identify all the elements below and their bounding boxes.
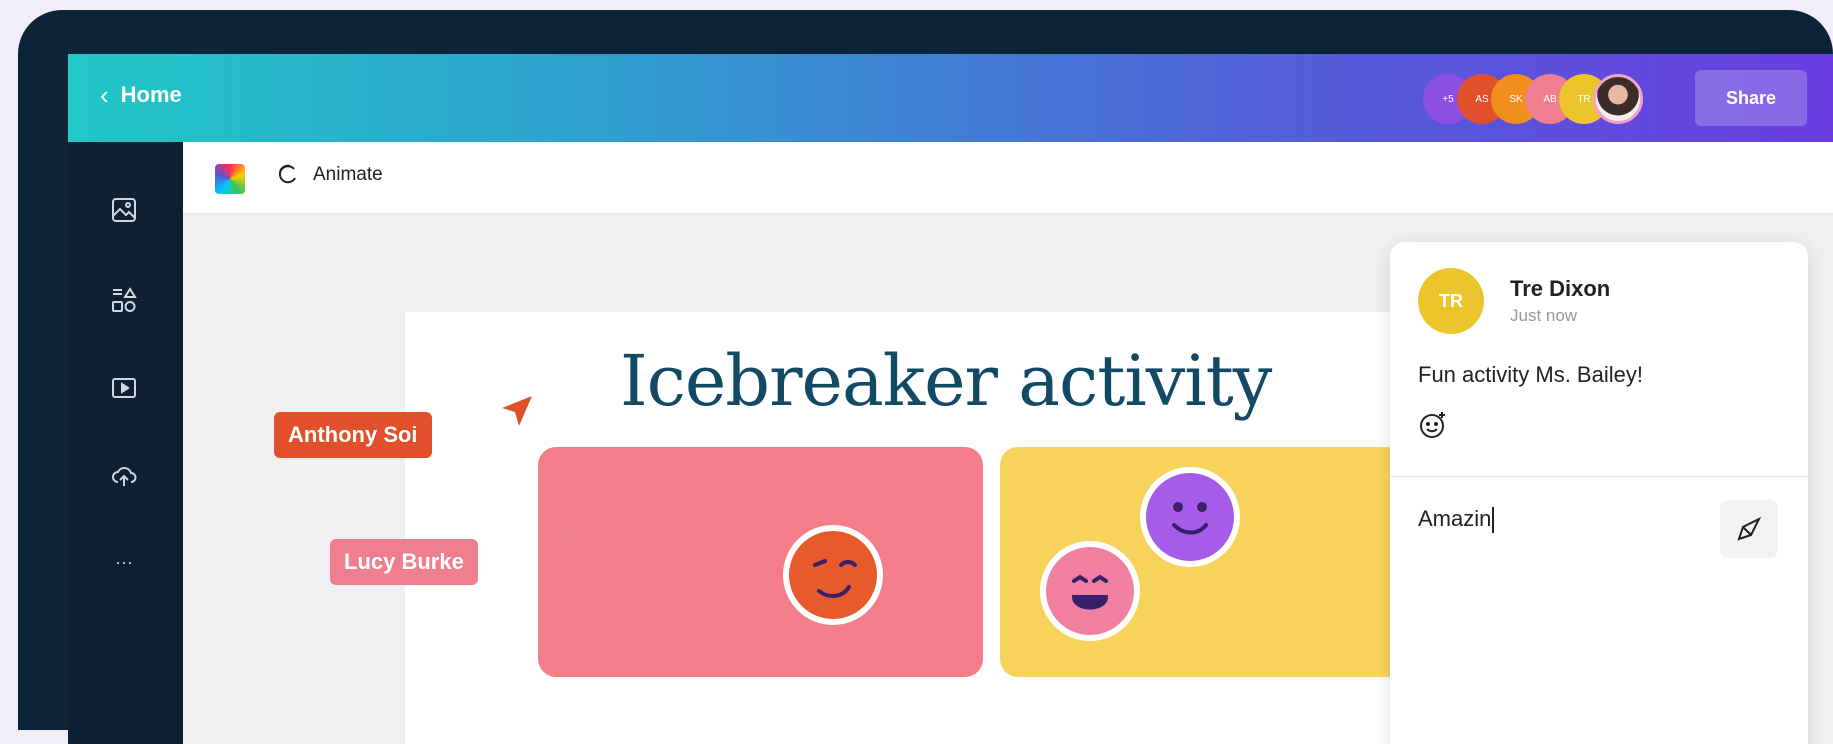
animate-button[interactable]: Animate bbox=[275, 162, 383, 188]
share-button[interactable]: Share bbox=[1695, 70, 1807, 126]
smiling-emoji-sticker[interactable] bbox=[1140, 467, 1240, 567]
animate-icon bbox=[278, 164, 296, 184]
user-avatar[interactable] bbox=[1593, 74, 1643, 124]
send-reply-button[interactable] bbox=[1720, 500, 1778, 558]
upload-icon[interactable] bbox=[108, 460, 140, 492]
reply-input[interactable]: Amazin bbox=[1418, 506, 1698, 534]
image-icon[interactable] bbox=[108, 194, 140, 226]
sidebar: ··· bbox=[68, 142, 183, 744]
cursor-label-lucy: Lucy Burke bbox=[330, 539, 478, 585]
send-icon bbox=[1737, 516, 1762, 541]
cursor-pointer-icon bbox=[552, 524, 582, 554]
device-frame: ‹ Home +5 AS SK AB TR Share ··· Animate … bbox=[18, 10, 1833, 744]
elements-icon[interactable] bbox=[108, 284, 140, 316]
home-button[interactable]: ‹ Home bbox=[100, 82, 182, 108]
color-picker-icon[interactable] bbox=[215, 164, 245, 194]
pink-card[interactable] bbox=[538, 447, 983, 677]
top-bar: ‹ Home +5 AS SK AB TR Share bbox=[68, 54, 1833, 142]
more-icon[interactable]: ··· bbox=[108, 546, 140, 578]
comment-timestamp: Just now bbox=[1510, 306, 1578, 325]
video-icon[interactable] bbox=[108, 372, 140, 404]
cursor-pointer-icon bbox=[502, 396, 532, 426]
page-title[interactable]: Icebreaker activity bbox=[620, 340, 1272, 422]
comment-author-avatar: TR bbox=[1418, 268, 1484, 334]
animate-label: Animate bbox=[313, 164, 383, 185]
divider bbox=[1390, 476, 1808, 477]
cursor-label-anthony: Anthony Soi bbox=[274, 412, 432, 458]
winking-emoji-sticker[interactable] bbox=[783, 525, 883, 625]
laughing-emoji-sticker[interactable] bbox=[1040, 541, 1140, 641]
comment-panel: TR Tre Dixon Just now Fun activity Ms. B… bbox=[1390, 242, 1808, 744]
comment-author-name: Tre Dixon bbox=[1510, 276, 1611, 301]
editor-screen: ‹ Home +5 AS SK AB TR Share ··· Animate … bbox=[68, 54, 1833, 744]
comment-text: Fun activity Ms. Bailey! bbox=[1418, 362, 1643, 387]
home-label: Home bbox=[120, 82, 182, 107]
chevron-left-icon: ‹ bbox=[100, 80, 109, 110]
add-reaction-icon[interactable] bbox=[1418, 410, 1448, 445]
editor-toolbar: Animate bbox=[183, 142, 1833, 214]
